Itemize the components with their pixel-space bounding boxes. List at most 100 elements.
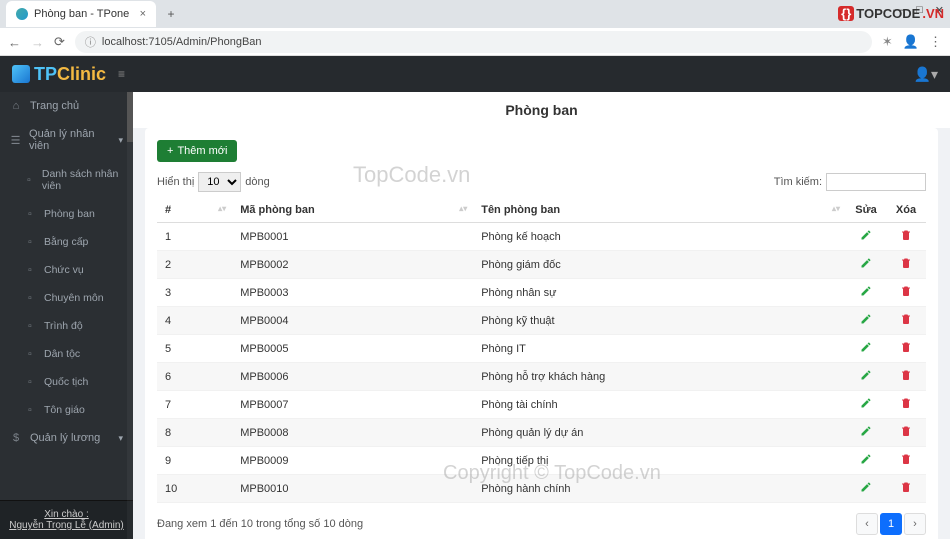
new-tab-button[interactable]: +	[162, 7, 180, 21]
sidebar-toggle-icon[interactable]: ≡	[118, 67, 125, 81]
site-info-icon[interactable]: ⓘ	[85, 34, 96, 50]
sidebar-user-footer: Xin chào : Nguyễn Trọng Lễ (Admin)	[0, 500, 133, 539]
pager-next[interactable]: ›	[904, 513, 926, 535]
delete-icon[interactable]	[894, 285, 918, 300]
sidebar-item-label: Tôn giáo	[44, 404, 85, 416]
cell-code: MPB0009	[232, 447, 473, 475]
sidebar-item-label: Trang chủ	[30, 100, 79, 112]
sidebar-item-9[interactable]: ▫Quốc tịch	[0, 368, 133, 396]
menu-icon: ⌂	[10, 100, 22, 112]
col-name[interactable]: Tên phòng ban▴▾	[473, 198, 846, 223]
pagination: ‹ 1 ›	[856, 513, 926, 535]
delete-icon[interactable]	[894, 453, 918, 468]
bullet-icon: ▫	[24, 174, 34, 186]
edit-icon[interactable]	[854, 313, 878, 328]
bullet-icon: ▫	[24, 404, 36, 416]
extensions-icon[interactable]: ✶	[882, 34, 893, 50]
app-logo[interactable]: TPClinic ≡	[12, 64, 125, 85]
delete-icon[interactable]	[894, 313, 918, 328]
sidebar-item-label: Quản lý lương	[30, 432, 100, 444]
delete-icon[interactable]	[894, 397, 918, 412]
sidebar-item-11[interactable]: $Quản lý lương▾	[0, 424, 133, 452]
browser-chrome: Phòng ban - TPone × + — □ ✕ ← → ⟳ ⓘ loca…	[0, 0, 950, 56]
edit-icon[interactable]	[854, 369, 878, 384]
cell-index: 6	[157, 363, 232, 391]
table-row: 8MPB0008Phòng quản lý dự án	[157, 419, 926, 447]
forward-icon[interactable]: →	[31, 35, 44, 50]
sidebar-item-8[interactable]: ▫Dân tộc	[0, 340, 133, 368]
pager-prev[interactable]: ‹	[856, 513, 878, 535]
edit-icon[interactable]	[854, 481, 878, 496]
cell-name: Phòng giám đốc	[473, 251, 846, 279]
table-row: 6MPB0006Phòng hỗ trợ khách hàng	[157, 363, 926, 391]
sidebar-item-5[interactable]: ▫Chức vụ	[0, 256, 133, 284]
delete-icon[interactable]	[894, 425, 918, 440]
cell-index: 7	[157, 391, 232, 419]
sidebar-item-label: Trình độ	[44, 320, 83, 332]
sidebar-item-6[interactable]: ▫ Chuyên môn	[0, 284, 133, 312]
bullet-icon: ▫	[24, 376, 36, 388]
bullet-icon: ▫	[24, 292, 36, 304]
cell-name: Phòng tiếp thị	[473, 447, 846, 475]
sidebar-item-7[interactable]: ▫Trình độ	[0, 312, 133, 340]
search-input[interactable]	[826, 173, 926, 191]
col-edit: Sửa	[846, 198, 886, 223]
profile-icon[interactable]: 👤	[903, 34, 919, 50]
sort-icon: ▴▾	[218, 204, 226, 213]
cell-name: Phòng quản lý dự án	[473, 419, 846, 447]
back-icon[interactable]: ←	[8, 35, 21, 50]
edit-icon[interactable]	[854, 257, 878, 272]
delete-icon[interactable]	[894, 341, 918, 356]
delete-icon[interactable]	[894, 481, 918, 496]
favicon-icon	[16, 8, 28, 20]
add-new-button[interactable]: + Thêm mới	[157, 140, 237, 162]
col-index[interactable]: #▴▾	[157, 198, 232, 223]
cell-name: Phòng hỗ trợ khách hàng	[473, 363, 846, 391]
table-row: 7MPB0007Phòng tài chính	[157, 391, 926, 419]
sidebar-item-4[interactable]: ▫Bằng cấp	[0, 228, 133, 256]
sort-icon: ▴▾	[832, 204, 840, 213]
reload-icon[interactable]: ⟳	[54, 34, 65, 50]
edit-icon[interactable]	[854, 425, 878, 440]
pager-page-1[interactable]: 1	[880, 513, 902, 535]
edit-icon[interactable]	[854, 229, 878, 244]
cell-index: 4	[157, 307, 232, 335]
sidebar-item-label: Chuyên môn	[44, 292, 104, 304]
app-titlebar: TPClinic ≡ 👤▾	[0, 56, 950, 92]
edit-icon[interactable]	[854, 453, 878, 468]
address-bar[interactable]: ⓘ localhost:7105/Admin/PhongBan	[75, 31, 872, 53]
cell-name: Phòng tài chính	[473, 391, 846, 419]
sidebar-item-2[interactable]: ▫ Danh sách nhân viên	[0, 160, 133, 200]
cell-code: MPB0001	[232, 223, 473, 251]
table-info: Đang xem 1 đến 10 trong tổng số 10 dòng	[157, 518, 363, 530]
browser-tab[interactable]: Phòng ban - TPone ×	[6, 1, 156, 27]
edit-icon[interactable]	[854, 397, 878, 412]
topcode-watermark-logo: {}TOPCODE.VN	[838, 6, 944, 21]
close-tab-icon[interactable]: ×	[140, 8, 146, 20]
user-menu-icon[interactable]: 👤▾	[914, 66, 938, 83]
data-table: #▴▾ Mã phòng ban▴▾ Tên phòng ban▴▾ Sửa X…	[157, 198, 926, 503]
sidebar-item-3[interactable]: ▫Phòng ban	[0, 200, 133, 228]
delete-icon[interactable]	[894, 369, 918, 384]
sidebar-item-0[interactable]: ⌂ Trang chủ	[0, 92, 133, 120]
sidebar-item-1[interactable]: ☰Quản lý nhân viên▾	[0, 120, 133, 160]
sidebar-item-10[interactable]: ▫ Tôn giáo	[0, 396, 133, 424]
cell-name: Phòng kế hoạch	[473, 223, 846, 251]
table-row: 4MPB0004Phòng kỹ thuật	[157, 307, 926, 335]
edit-icon[interactable]	[854, 341, 878, 356]
page-title: Phòng ban	[133, 92, 950, 128]
delete-icon[interactable]	[894, 229, 918, 244]
cell-code: MPB0007	[232, 391, 473, 419]
edit-icon[interactable]	[854, 285, 878, 300]
sidebar: ⌂ Trang chủ ☰Quản lý nhân viên▾ ▫ Danh sách …	[0, 92, 133, 539]
sidebar-item-label: Bằng cấp	[44, 236, 88, 248]
cell-index: 10	[157, 475, 232, 503]
table-row: 3MPB0003Phòng nhân sự	[157, 279, 926, 307]
sidebar-item-label: Danh sách nhân viên	[42, 168, 123, 192]
browser-menu-icon[interactable]: ⋮	[929, 34, 942, 50]
delete-icon[interactable]	[894, 257, 918, 272]
cell-code: MPB0006	[232, 363, 473, 391]
page-length-select[interactable]: Hiển thị 10 dòng	[157, 172, 270, 192]
cell-index: 3	[157, 279, 232, 307]
col-code[interactable]: Mã phòng ban▴▾	[232, 198, 473, 223]
